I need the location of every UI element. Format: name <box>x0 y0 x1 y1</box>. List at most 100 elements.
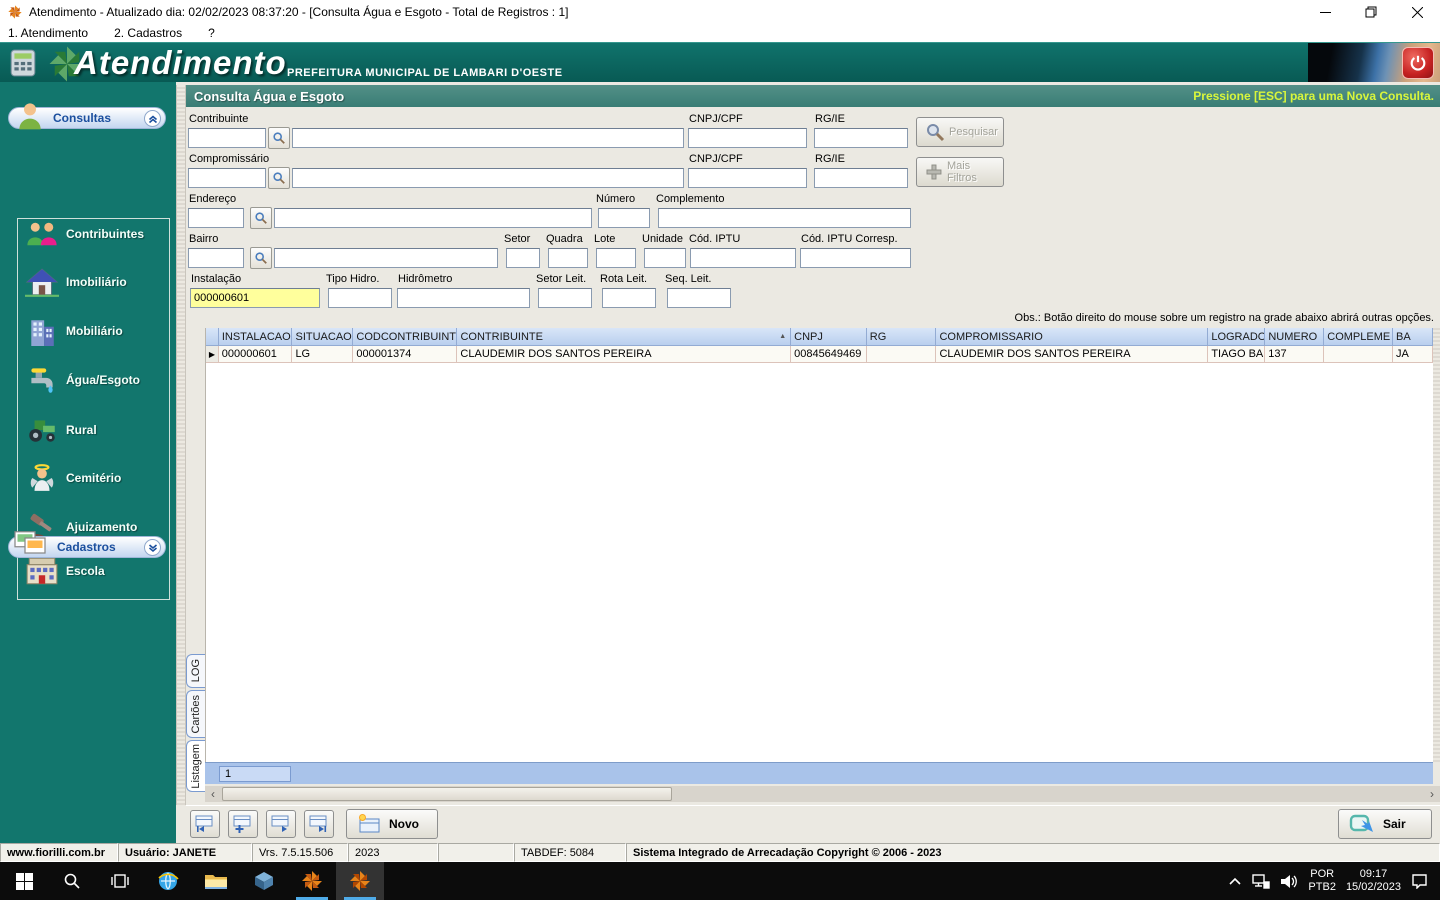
taskbar-explorer-button[interactable] <box>192 862 240 900</box>
contribuinte-search-icon[interactable] <box>268 127 290 149</box>
bairro-code-field[interactable] <box>188 248 244 268</box>
scroll-left-icon[interactable]: ‹ <box>205 786 221 802</box>
contribuinte-name-field[interactable] <box>292 128 684 148</box>
novo-button[interactable]: Novo <box>346 809 438 839</box>
contribuinte-code-field[interactable] <box>188 128 266 148</box>
menu-help[interactable]: ? <box>208 26 215 40</box>
nav-last-button[interactable] <box>304 810 334 838</box>
contribuinte-rg-field[interactable] <box>814 128 908 148</box>
sidebar-item-imobiliario[interactable]: Imobiliário <box>22 262 170 302</box>
tab-listagem[interactable]: Listagem <box>186 740 205 792</box>
language-indicator[interactable]: POR PTB2 <box>1308 868 1336 894</box>
seq-leit-label: Seq. Leit. <box>665 273 712 285</box>
menu-cadastros[interactable]: 2. Cadastros <box>114 26 182 40</box>
sidebar-item-contribuintes[interactable]: Contribuintes <box>22 214 170 254</box>
grid-header-codcontribuinte[interactable]: CODCONTRIBUINTE <box>353 328 458 346</box>
clock[interactable]: 09:17 15/02/2023 <box>1346 868 1401 894</box>
nav-first-button[interactable] <box>190 810 220 838</box>
title-bar: Atendimento - Atualizado dia: 02/02/2023… <box>0 0 1440 24</box>
rota-leit-field[interactable] <box>602 288 656 308</box>
tab-cartoes[interactable]: Cartões <box>186 690 205 738</box>
tipo-hidro-field[interactable] <box>328 288 392 308</box>
start-button[interactable] <box>0 862 48 900</box>
tab-log[interactable]: LOG <box>186 654 205 688</box>
notification-icon[interactable] <box>1411 873 1428 889</box>
sair-button[interactable]: Sair <box>1338 809 1432 839</box>
taskbar-atendimento-button[interactable] <box>336 862 384 900</box>
sidebar-item-agua-esgoto[interactable]: Água/Esgoto <box>22 360 170 400</box>
compromissario-name-field[interactable] <box>292 168 684 188</box>
hidrometro-field[interactable] <box>397 288 530 308</box>
endereco-code-field[interactable] <box>188 208 244 228</box>
quadra-field[interactable] <box>548 248 588 268</box>
seq-leit-field[interactable] <box>667 288 731 308</box>
task-view-icon <box>111 874 129 888</box>
task-view-button[interactable] <box>96 862 144 900</box>
cell-codcontribuinte: 000001374 <box>353 346 458 363</box>
scroll-right-icon[interactable]: › <box>1424 786 1440 802</box>
taskbar-fiorilli-button[interactable] <box>288 862 336 900</box>
cell-cnpj: 00845649469 <box>791 346 867 363</box>
cnpj-cpf-label2: CNPJ/CPF <box>689 153 743 165</box>
mais-filtros-button[interactable]: Mais Filtros <box>916 157 1004 187</box>
sidebar-item-mobiliario[interactable]: Mobiliário <box>22 311 170 351</box>
taskbar-search-button[interactable] <box>48 862 96 900</box>
close-button[interactable] <box>1394 0 1440 24</box>
sidebar-item-label: Rural <box>66 423 97 437</box>
bairro-search-icon[interactable] <box>250 247 272 269</box>
setor-field[interactable] <box>506 248 540 268</box>
horizontal-scrollbar[interactable]: ‹ › <box>205 786 1440 802</box>
power-off-icon[interactable] <box>1402 47 1434 79</box>
grid-header-contribuinte[interactable]: CONTRIBUINTE ▲ <box>457 328 792 346</box>
compromissario-rg-field[interactable] <box>814 168 908 188</box>
grid-header-logradouro[interactable]: LOGRADOU <box>1208 328 1266 346</box>
compromissario-search-icon[interactable] <box>268 167 290 189</box>
instalacao-field[interactable] <box>190 288 320 308</box>
chevron-up-icon[interactable] <box>144 110 161 127</box>
compromissario-code-field[interactable] <box>188 168 266 188</box>
pesquisar-button[interactable]: Pesquisar <box>916 117 1004 147</box>
minimize-button[interactable] <box>1302 0 1348 24</box>
cod-iptu-field[interactable] <box>690 248 796 268</box>
windows-logo-icon <box>15 872 33 890</box>
search-icon <box>927 124 945 142</box>
grid-header-instalacao[interactable]: INSTALACAO <box>218 328 293 346</box>
tray-chevron-icon[interactable] <box>1228 876 1242 886</box>
complemento-field[interactable] <box>658 208 911 228</box>
people-icon <box>22 217 62 251</box>
grid-header-numero[interactable]: NUMERO <box>1265 328 1325 346</box>
nav-next-button[interactable] <box>266 810 296 838</box>
obs-note: Obs.: Botão direito do mouse sobre um re… <box>1014 312 1434 324</box>
table-row[interactable]: ▶ 000000601 LG 000001374 CLAUDEMIR DOS S… <box>206 346 1433 363</box>
grid-header-compromissario[interactable]: COMPROMISSARIO <box>936 328 1209 346</box>
grid-vertical-scrollbar[interactable] <box>1433 328 1440 762</box>
network-icon[interactable] <box>1252 873 1271 889</box>
setor-leit-field[interactable] <box>538 288 592 308</box>
cod-iptu-corresp-field[interactable] <box>800 248 911 268</box>
endereco-name-field[interactable] <box>274 208 592 228</box>
sidebar-item-rural[interactable]: Rural <box>22 410 170 450</box>
sidebar-item-cemiterio[interactable]: Cemitério <box>22 458 170 498</box>
restore-button[interactable] <box>1348 0 1394 24</box>
grid-header-complemento[interactable]: COMPLEME <box>1324 328 1393 346</box>
menu-atendimento[interactable]: 1. Atendimento <box>8 26 88 40</box>
bairro-name-field[interactable] <box>274 248 498 268</box>
grid-header-bairro[interactable]: BA <box>1393 328 1433 346</box>
taskbar-ie-button[interactable] <box>144 862 192 900</box>
numero-field[interactable] <box>598 208 650 228</box>
scrollbar-thumb[interactable] <box>222 787 672 801</box>
compromissario-cnpj-field[interactable] <box>688 168 807 188</box>
grid-header-cnpj[interactable]: CNPJ <box>791 328 867 346</box>
taskbar-app-button[interactable] <box>240 862 288 900</box>
endereco-search-icon[interactable] <box>250 207 272 229</box>
lote-field[interactable] <box>596 248 636 268</box>
speaker-icon[interactable] <box>1280 874 1298 889</box>
unidade-field[interactable] <box>644 248 686 268</box>
chevron-down-icon[interactable] <box>144 539 161 556</box>
contribuinte-cnpj-field[interactable] <box>688 128 807 148</box>
grid-header-rg[interactable]: RG <box>866 328 937 346</box>
grid-header-situacao[interactable]: SITUACAO <box>292 328 354 346</box>
nav-insert-button[interactable] <box>228 810 258 838</box>
page-number-box[interactable]: 1 <box>219 765 291 782</box>
main-vertical-scrollbar[interactable] <box>176 85 186 805</box>
